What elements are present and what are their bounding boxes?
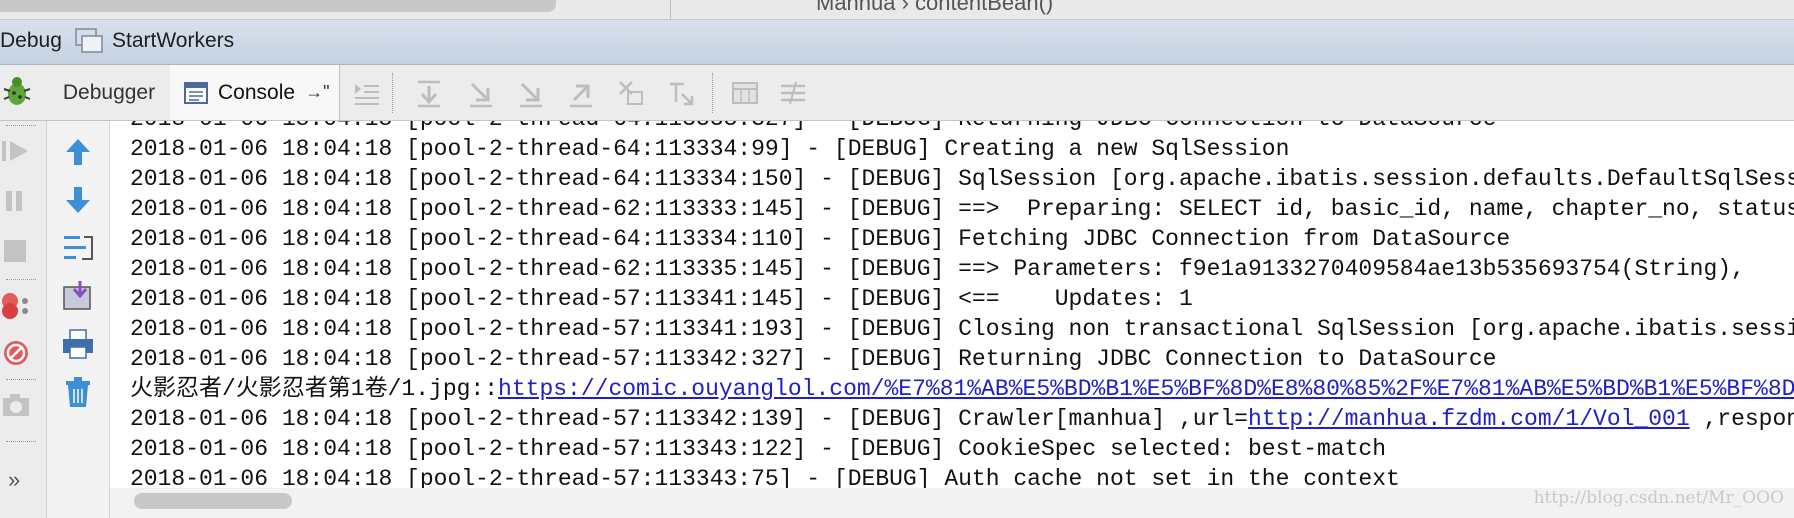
console-line-partial: 2018-01-06 18:04:18 [pool-2-thread-64:11… — [130, 121, 1496, 134]
soft-wrap-icon[interactable] — [60, 231, 96, 265]
editor-scrollbar-thumb[interactable] — [0, 0, 556, 12]
leftbar-divider — [6, 279, 36, 280]
console-line: 2018-01-06 18:04:18 [pool-2-thread-57:11… — [130, 466, 1400, 488]
tab-debugger-label: Debugger — [62, 80, 156, 104]
debug-actions-bar: » — [0, 121, 47, 518]
more-icon[interactable]: » — [8, 467, 20, 493]
console-line: 2018-01-06 18:04:18 [pool-2-thread-62:11… — [130, 196, 1794, 222]
camera-icon[interactable] — [0, 389, 32, 421]
console-link[interactable]: https://comic.ouyanglol.com/%E7%81%AB%E5… — [498, 376, 1794, 402]
console-line: 2018-01-06 18:04:18 [pool-2-thread-64:11… — [130, 226, 1511, 252]
run-config-icon — [75, 28, 103, 53]
toolbar-separator — [712, 73, 714, 113]
scrollbar-thumb[interactable] — [134, 493, 292, 509]
breadcrumb[interactable]: Manhua › contentBean() — [816, 0, 1053, 16]
step-into-icon[interactable] — [466, 78, 496, 108]
console-output[interactable]: 2018-01-06 18:04:18 [pool-2-thread-64:11… — [110, 121, 1794, 488]
console-link[interactable]: http://manhua.fzdm.com/1/Vol_001 — [1248, 406, 1690, 432]
tab-console[interactable]: Console →" — [170, 65, 340, 120]
console-line: 2018-01-06 18:04:18 [pool-2-thread-57:11… — [130, 436, 1387, 462]
console-text: 火影忍者/火影忍者第1卷/1.jpg:: — [130, 376, 499, 402]
up-arrow-icon[interactable] — [60, 135, 96, 169]
drop-frame-icon[interactable] — [616, 78, 646, 108]
toolbar-separator — [392, 73, 394, 113]
console-line: 2018-01-06 18:04:18 [pool-2-thread-64:11… — [130, 136, 1290, 162]
console-line: 2018-01-06 18:04:18 [pool-2-thread-62:11… — [130, 256, 1759, 282]
console-line: 2018-01-06 18:04:18 [pool-2-thread-57:11… — [130, 286, 1193, 312]
clear-all-icon[interactable] — [60, 375, 96, 409]
console-line-with-link: 2018-01-06 18:04:18 [pool-2-thread-57:11… — [130, 404, 1794, 434]
evaluate-expression-icon[interactable] — [730, 78, 760, 108]
console-icon — [184, 81, 208, 104]
view-breakpoints-icon[interactable] — [0, 289, 32, 321]
debug-toolbar: Debugger Console →" — [0, 65, 1794, 121]
step-over-icon[interactable] — [414, 78, 444, 108]
leftbar-divider — [6, 379, 36, 380]
scroll-to-end-icon[interactable] — [60, 279, 96, 313]
stop-icon[interactable] — [0, 235, 32, 267]
strip-divider — [670, 0, 671, 19]
leftbar-divider — [6, 125, 36, 126]
trace-icon[interactable] — [778, 78, 808, 108]
console-line: 2018-01-06 18:04:18 [pool-2-thread-64:11… — [130, 166, 1794, 192]
debug-tool-window-header: Debug StartWorkers — [0, 20, 1794, 65]
tab-console-label: Console — [218, 80, 296, 104]
console-line: 2018-01-06 18:04:18 [pool-2-thread-57:11… — [130, 346, 1497, 372]
tab-debugger[interactable]: Debugger — [48, 65, 171, 120]
watermark: http://blog.csdn.net/Mr_OOO — [1533, 488, 1784, 508]
console-line: 2018-01-06 18:04:18 [pool-2-thread-57:11… — [130, 316, 1794, 342]
resume-icon[interactable] — [0, 135, 32, 167]
console-actions-bar — [47, 121, 110, 518]
mute-breakpoints-icon[interactable] — [0, 337, 32, 369]
print-icon[interactable] — [60, 327, 96, 361]
step-out-icon[interactable] — [566, 78, 596, 108]
debug-bug-icon — [3, 77, 31, 105]
run-to-cursor-icon[interactable] — [666, 78, 696, 108]
editor-breadcrumb-strip: Manhua › contentBean() — [0, 0, 1794, 20]
run-config-name[interactable]: StartWorkers — [112, 29, 234, 53]
leftbar-divider — [6, 441, 36, 442]
console-text: ,response — [1703, 406, 1794, 432]
console-line-with-link: 火影忍者/火影忍者第1卷/1.jpg::https://comic.ouyang… — [130, 374, 1794, 404]
tool-window-title: Debug — [0, 29, 62, 52]
down-arrow-icon[interactable] — [60, 183, 96, 217]
pin-tab-icon[interactable]: →" — [305, 82, 329, 103]
show-execution-point-icon[interactable] — [352, 78, 382, 108]
force-step-into-icon[interactable] — [516, 78, 546, 108]
pause-icon[interactable] — [0, 185, 32, 217]
console-text: 2018-01-06 18:04:18 [pool-2-thread-57:11… — [130, 406, 1248, 432]
